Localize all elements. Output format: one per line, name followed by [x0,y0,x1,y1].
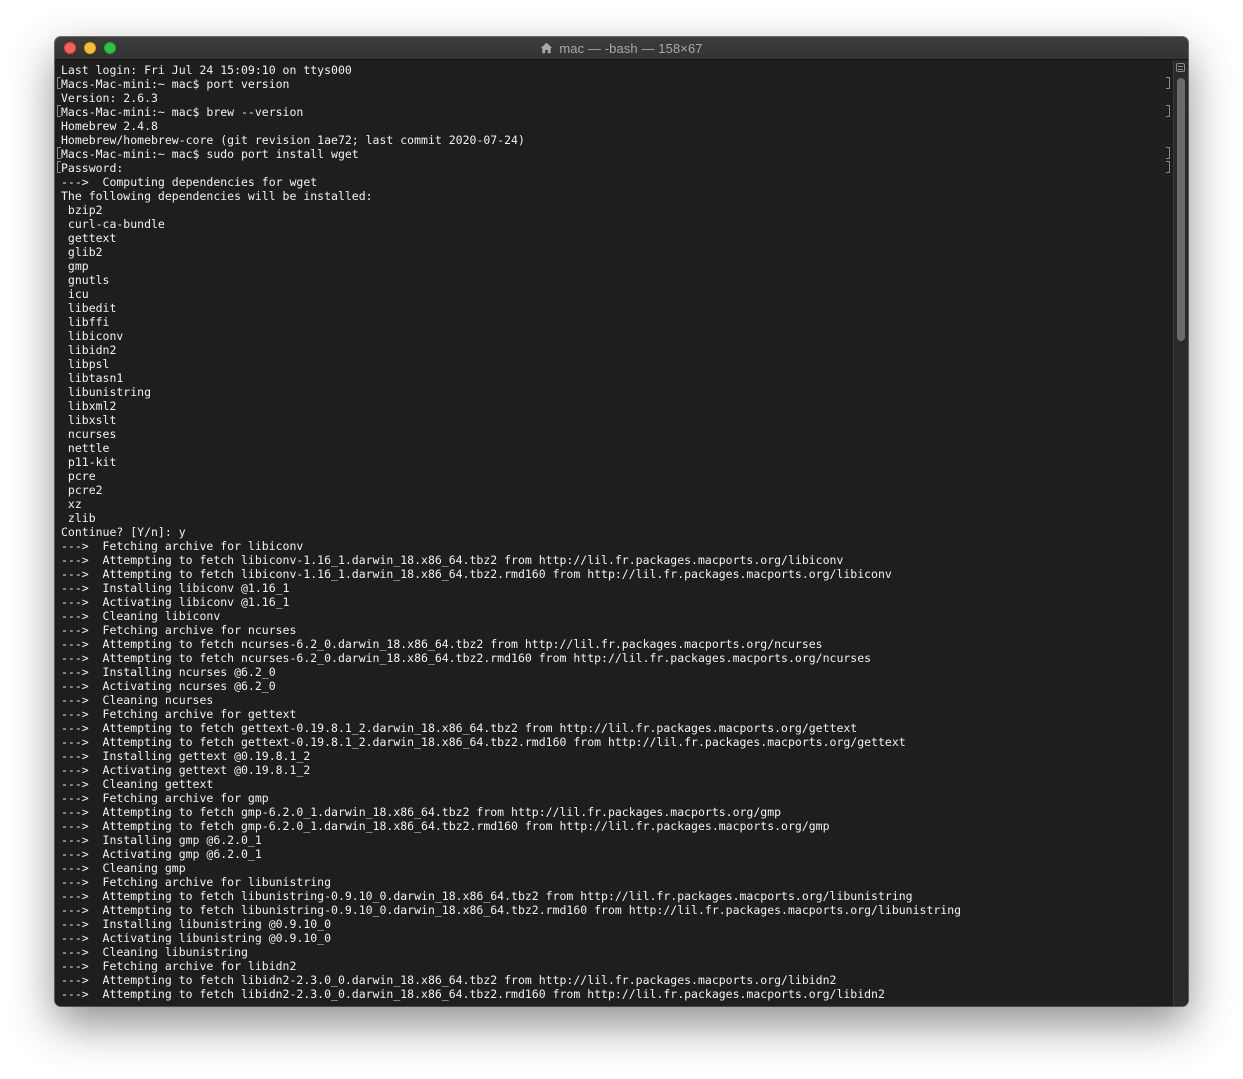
terminal-line: ---> Fetching archive for libiconv [61,539,304,553]
prompt-mark-right [1166,147,1170,159]
prompt-mark-right [1166,105,1170,117]
terminal-line: The following dependencies will be insta… [61,189,373,203]
terminal-line: pcre [61,469,96,483]
terminal-line: ---> Fetching archive for ncurses [61,623,297,637]
terminal-line: ---> Installing gettext @0.19.8.1_2 [61,749,311,763]
terminal-line: ---> Computing dependencies for wget [61,175,318,189]
terminal-line: ---> Attempting to fetch gmp-6.2.0_1.dar… [61,805,782,819]
terminal-line: libidn2 [61,343,117,357]
terminal-line: curl-ca-bundle [61,217,165,231]
terminal-line: Macs-Mac-mini:~ mac$ brew --version [61,105,304,119]
prompt-mark-right [1166,161,1170,173]
terminal-line: ---> Activating gmp @6.2.0_1 [61,847,262,861]
terminal-line: ---> Attempting to fetch libidn2-2.3.0_0… [61,987,885,1001]
terminal-line: ---> Fetching archive for libunistring [61,875,332,889]
terminal-line: libtasn1 [61,371,124,385]
terminal-line: ---> Fetching archive for gettext [61,707,297,721]
terminal-line: Macs-Mac-mini:~ mac$ port version [61,77,290,91]
terminal-line: ---> Installing libiconv @1.16_1 [61,581,290,595]
home-icon [540,42,553,54]
terminal-line: gmp [61,259,89,273]
terminal-line: ---> Attempting to fetch libiconv-1.16_1… [61,553,844,567]
terminal-line: ---> Attempting to fetch gettext-0.19.8.… [61,721,858,735]
terminal-line: libiconv [61,329,124,343]
window-title-group: mac — -bash — 158×67 [55,37,1188,59]
terminal-line: glib2 [61,245,103,259]
terminal-output: Last login: Fri Jul 24 15:09:10 on ttys0… [61,63,1161,1001]
terminal-line: ncurses [61,427,117,441]
terminal-line: gnutls [61,273,110,287]
terminal-line: gettext [61,231,117,245]
scrollbar-thumb[interactable] [1177,78,1185,341]
window-title: mac — -bash — 158×67 [559,40,703,56]
terminal-line: ---> Installing libunistring @0.9.10_0 [61,917,332,931]
prompt-mark-right [1166,77,1170,89]
terminal-line: ---> Attempting to fetch gettext-0.19.8.… [61,735,906,749]
terminal-line: pcre2 [61,483,103,497]
terminal-line: ---> Attempting to fetch ncurses-6.2_0.d… [61,637,823,651]
terminal-line: Homebrew/homebrew-core (git revision 1ae… [61,133,525,147]
terminal-line: ---> Cleaning gettext [61,777,214,791]
terminal-line: libxslt [61,413,117,427]
terminal-line: ---> Fetching archive for libidn2 [61,959,297,973]
terminal-line: bzip2 [61,203,103,217]
terminal-line: ---> Attempting to fetch libunistring-0.… [61,903,962,917]
terminal-line: icu [61,287,89,301]
terminal-line: ---> Attempting to fetch gmp-6.2.0_1.dar… [61,819,830,833]
terminal-line: zlib [61,511,96,525]
terminal-line: ---> Activating libunistring @0.9.10_0 [61,931,332,945]
terminal-line: Version: 2.6.3 [61,91,158,105]
terminal-line: Homebrew 2.4.8 [61,119,158,133]
terminal-line: Last login: Fri Jul 24 15:09:10 on ttys0… [61,63,352,77]
terminal-line: xz [61,497,82,511]
terminal-line: ---> Cleaning libiconv [61,609,221,623]
terminal-content[interactable]: Last login: Fri Jul 24 15:09:10 on ttys0… [55,60,1188,1006]
terminal-line: ---> Attempting to fetch libiconv-1.16_1… [61,567,892,581]
terminal-window: mac — -bash — 158×67 Last login: Fri Jul… [55,37,1188,1006]
terminal-line: Password: [61,161,124,175]
terminal-line: ---> Installing gmp @6.2.0_1 [61,833,262,847]
terminal-line: ---> Fetching archive for gmp [61,791,269,805]
terminal-line: libffi [61,315,110,329]
scroll-menu-icon[interactable] [1176,63,1185,72]
terminal-line: ---> Cleaning libunistring [61,945,248,959]
terminal-line: ---> Activating gettext @0.19.8.1_2 [61,763,311,777]
terminal-line: nettle [61,441,110,455]
title-bar[interactable]: mac — -bash — 158×67 [55,37,1188,60]
terminal-line: ---> Activating libiconv @1.16_1 [61,595,290,609]
scrollbar[interactable] [1173,60,1188,1006]
terminal-line: Macs-Mac-mini:~ mac$ sudo port install w… [61,147,359,161]
terminal-line: libunistring [61,385,152,399]
terminal-line: ---> Activating ncurses @6.2_0 [61,679,276,693]
terminal-line: libxml2 [61,399,117,413]
terminal-line: ---> Attempting to fetch libunistring-0.… [61,889,913,903]
terminal-line: Continue? [Y/n]: y [61,525,186,539]
terminal-line: p11-kit [61,455,117,469]
terminal-line: ---> Installing ncurses @6.2_0 [61,665,276,679]
terminal-line: libedit [61,301,117,315]
terminal-line: libpsl [61,357,110,371]
terminal-line: ---> Cleaning gmp [61,861,186,875]
terminal-line: ---> Attempting to fetch ncurses-6.2_0.d… [61,651,872,665]
terminal-line: ---> Attempting to fetch libidn2-2.3.0_0… [61,973,837,987]
terminal-line: ---> Cleaning ncurses [61,693,214,707]
